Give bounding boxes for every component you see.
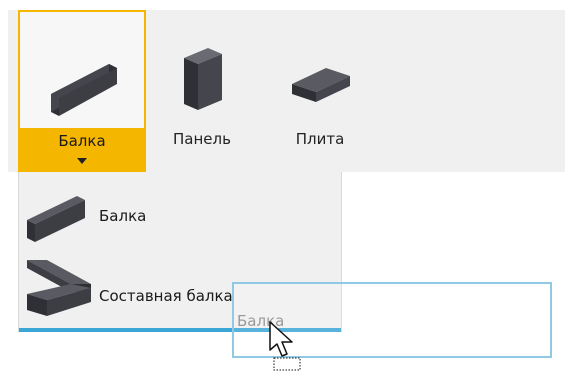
- slab-icon: [280, 10, 360, 120]
- menu-item-composite-beam-label: Составная балка: [99, 287, 233, 305]
- chevron-down-icon[interactable]: [77, 158, 87, 164]
- beam-button[interactable]: Балка: [18, 10, 146, 172]
- ribbon-toolbar: Балка Панель Плита: [8, 10, 565, 172]
- beam-button-label: Балка: [58, 132, 106, 150]
- menu-item-beam-label: Балка: [99, 207, 147, 225]
- beam-icon: [20, 12, 144, 122]
- slab-button-label: Плита: [295, 130, 345, 148]
- beam-icon: [21, 190, 97, 248]
- menu-item-beam[interactable]: Балка: [19, 190, 341, 250]
- composite-beam-icon: [21, 254, 97, 324]
- move-cursor-icon: [268, 320, 304, 376]
- panel-icon: [156, 10, 248, 120]
- panel-button[interactable]: Панель: [156, 10, 248, 172]
- panel-button-label: Панель: [173, 130, 231, 148]
- slab-button[interactable]: Плита: [280, 10, 360, 172]
